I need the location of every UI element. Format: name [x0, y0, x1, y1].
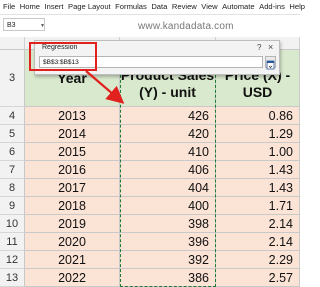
- annotation-arrow-icon: [85, 70, 125, 104]
